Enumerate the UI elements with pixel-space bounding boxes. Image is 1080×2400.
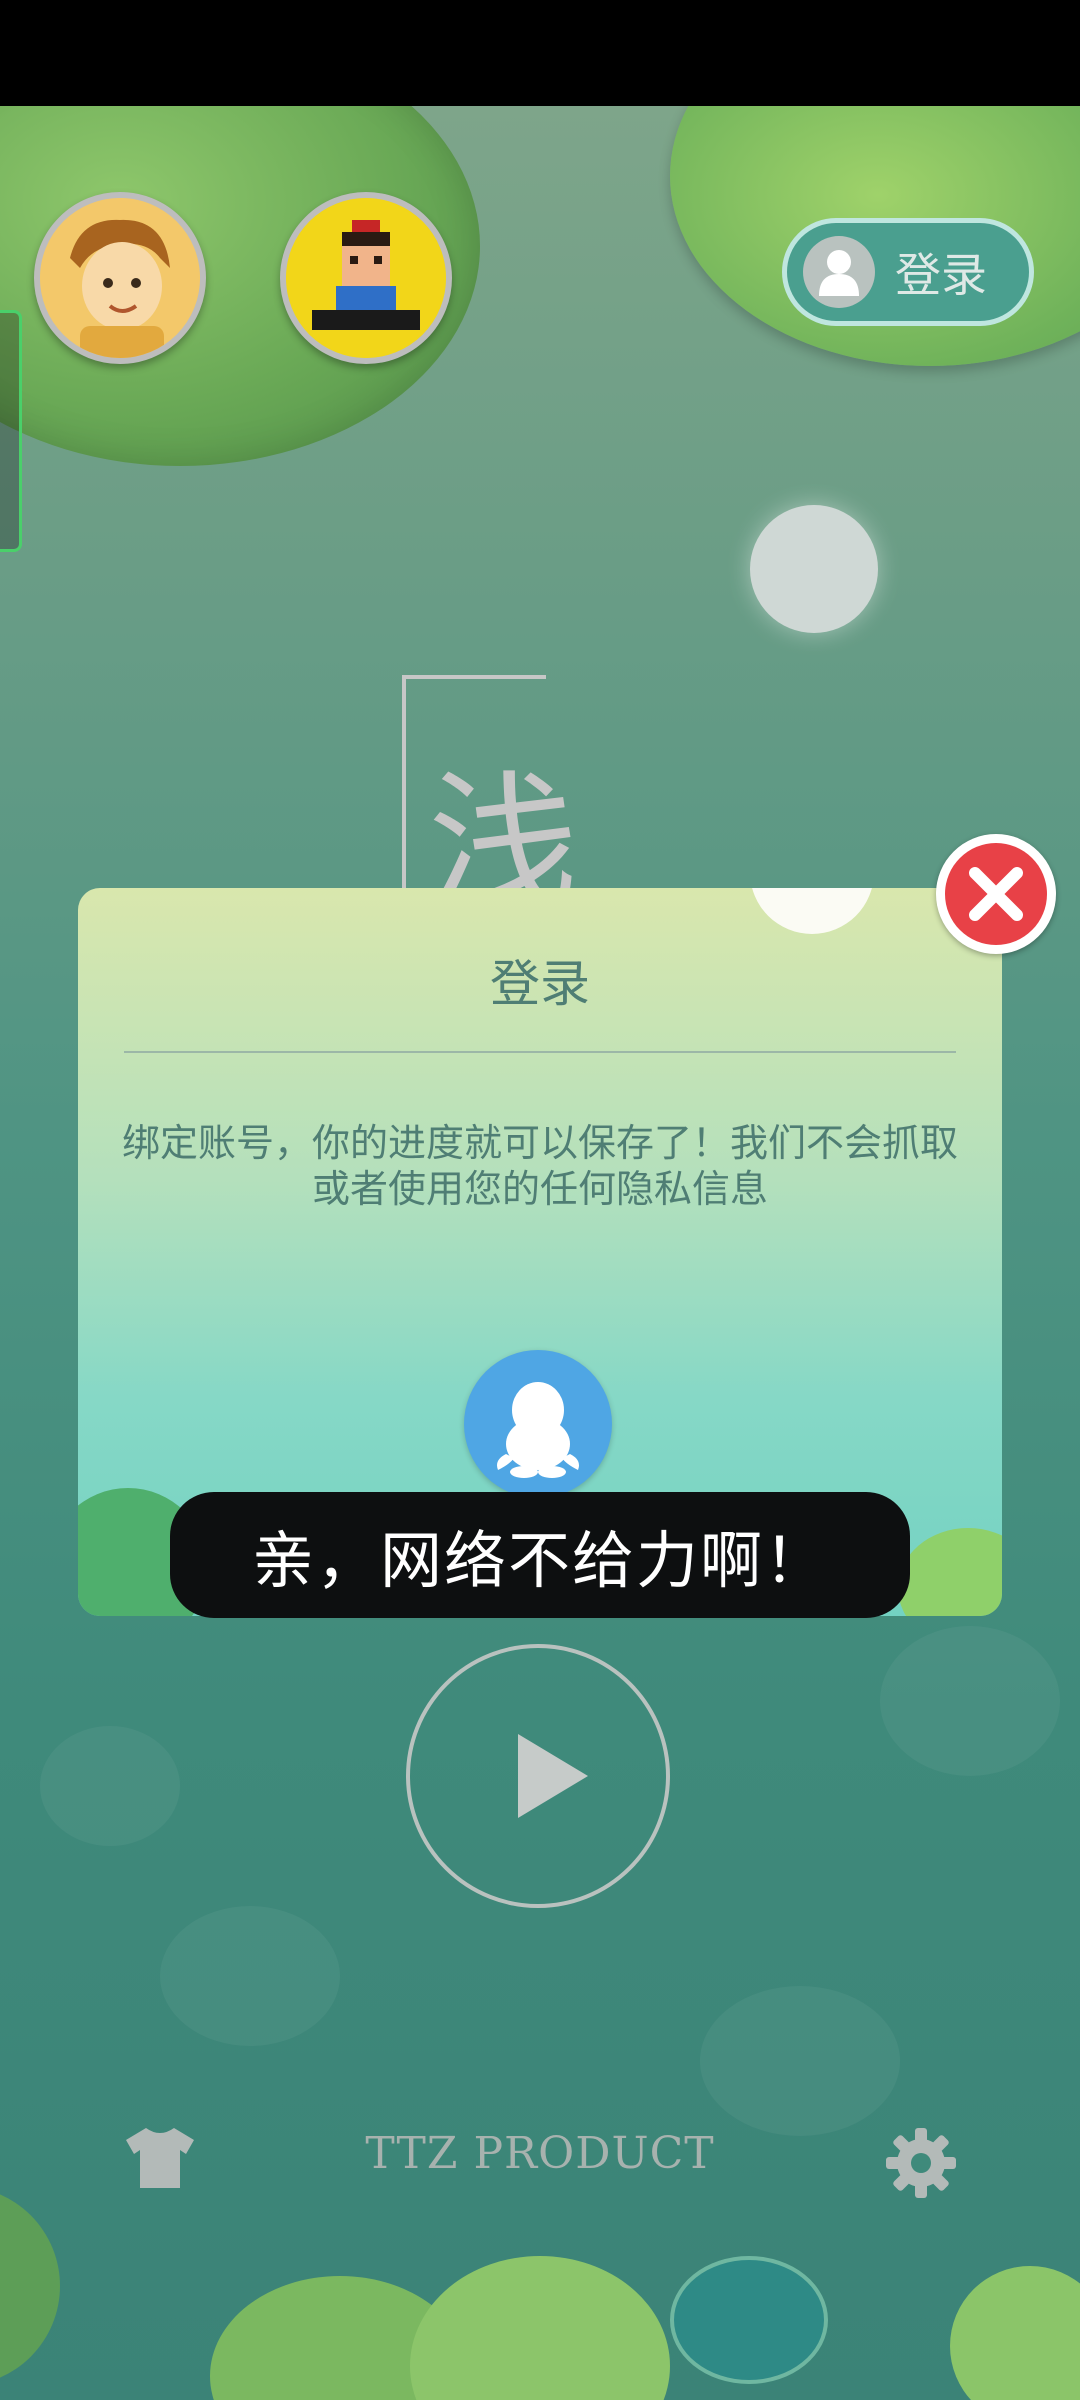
lily-pad <box>410 2256 670 2400</box>
lily-pad <box>950 2266 1080 2400</box>
login-button[interactable]: 登录 <box>782 218 1034 326</box>
lily-pad <box>898 1528 1002 1616</box>
toast-text: 亲，网络不给力啊！ <box>251 1524 828 1597</box>
divider <box>124 1051 956 1053</box>
pebble <box>160 1906 340 2046</box>
network-error-toast: 亲，网络不给力啊！ <box>170 1492 910 1618</box>
moon-decoration <box>750 888 874 934</box>
pebble <box>700 1986 900 2136</box>
play-icon <box>518 1734 588 1818</box>
side-drawer-tab[interactable] <box>0 310 22 552</box>
play-button[interactable] <box>406 1644 670 1908</box>
qq-login-button[interactable] <box>464 1350 612 1498</box>
qq-penguin-icon <box>497 1382 579 1478</box>
dialog-title: 登录 <box>490 955 590 1013</box>
lily-pad <box>670 2256 828 2384</box>
pixelcraft-avatar[interactable] <box>280 192 452 364</box>
pixel-character-icon <box>286 198 446 358</box>
status-bar <box>0 0 1080 106</box>
user-icon <box>803 236 875 308</box>
login-button-label: 登录 <box>895 248 987 302</box>
close-button[interactable] <box>936 834 1056 954</box>
lily-pad <box>0 2186 60 2386</box>
gear-icon[interactable] <box>884 2126 958 2200</box>
cartoon-boy-icon <box>40 198 200 358</box>
moon-decoration <box>750 505 878 633</box>
dialog-message: 绑定账号，你的进度就可以保存了！我们不会抓取或者使用您的任何隐私信息 <box>121 1121 958 1211</box>
pebble <box>40 1726 180 1846</box>
close-icon <box>945 843 1047 945</box>
cartoon-boy-avatar[interactable] <box>34 192 206 364</box>
pebble <box>880 1626 1060 1776</box>
